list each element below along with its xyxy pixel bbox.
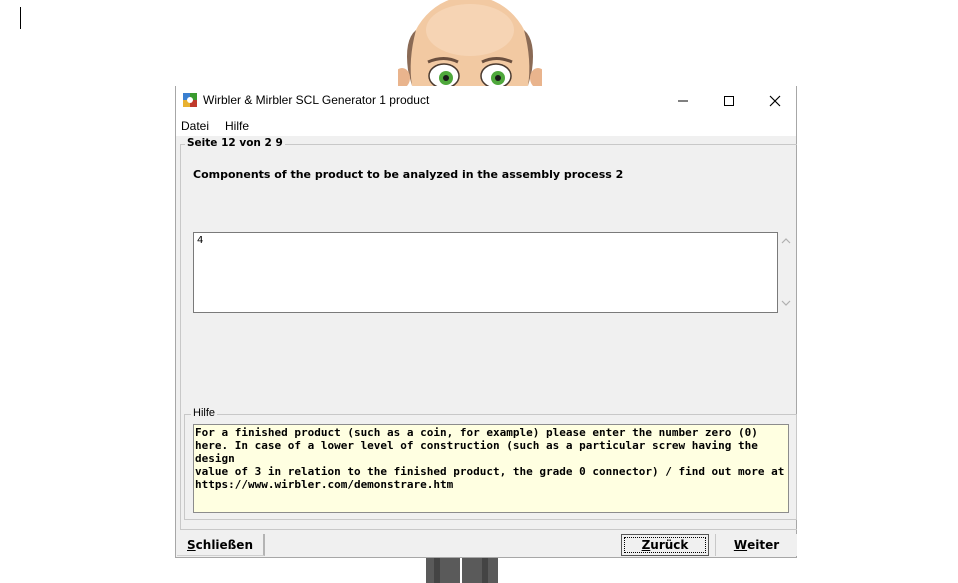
text-cursor xyxy=(20,7,21,29)
page-counter-label: Seite 12 von 2 9 xyxy=(185,137,285,149)
mascot-legs-image xyxy=(426,557,498,583)
close-window-button[interactable] xyxy=(752,86,798,116)
scroll-down-icon[interactable] xyxy=(780,298,792,308)
close-button-mnemonic: S xyxy=(187,537,196,552)
next-button-mnemonic: W xyxy=(733,538,748,552)
maximize-icon xyxy=(724,96,734,106)
scroll-up-icon[interactable] xyxy=(780,236,792,246)
close-button[interactable]: Schließen xyxy=(177,534,265,556)
back-button[interactable]: Zurück xyxy=(621,534,709,556)
minimize-icon xyxy=(678,100,688,102)
maximize-button[interactable] xyxy=(706,86,752,116)
back-button-mnemonic: Z xyxy=(641,538,651,552)
title-bar[interactable]: Wirbler & Mirbler SCL Generator 1 produc… xyxy=(176,86,796,116)
close-button-label: chließen xyxy=(195,537,253,552)
minimize-button[interactable] xyxy=(660,86,706,116)
question-label: Components of the product to be analyzed… xyxy=(193,168,624,181)
mascot-head-image xyxy=(398,0,542,86)
main-window: Wirbler & Mirbler SCL Generator 1 produc… xyxy=(175,86,797,558)
back-button-label: urück xyxy=(650,538,689,552)
help-group-label: Hilfe xyxy=(191,407,218,419)
menu-hilfe[interactable]: Hilfe xyxy=(225,119,249,133)
next-button[interactable]: Weiter xyxy=(715,534,797,556)
app-logo-icon xyxy=(183,93,197,107)
menu-datei[interactable]: Datei xyxy=(181,119,209,133)
help-text: For a finished product (such as a coin, … xyxy=(193,424,789,513)
answer-input[interactable]: 4 xyxy=(193,232,778,313)
next-button-label: eiter xyxy=(747,538,780,552)
close-icon xyxy=(769,95,781,107)
window-title: Wirbler & Mirbler SCL Generator 1 produc… xyxy=(203,93,430,107)
menu-bar: Datei Hilfe xyxy=(176,116,796,136)
